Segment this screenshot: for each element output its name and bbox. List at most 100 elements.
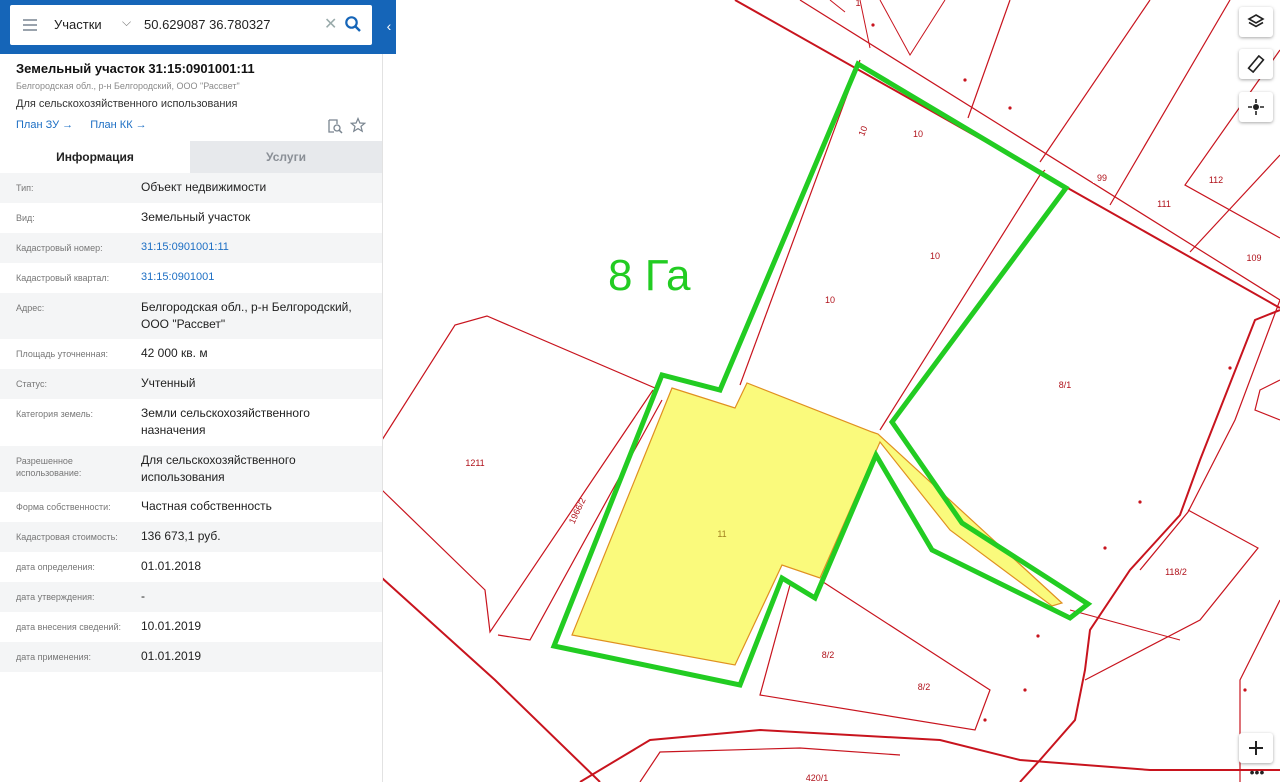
plan-zu-label: План ЗУ [16,119,60,131]
info-row-value: Объект недвижимости [141,180,267,194]
parcel-label: 11 [717,529,726,539]
locate-button[interactable] [1239,92,1273,122]
info-row-value: - [141,589,145,603]
parcel-label: 111 [1157,199,1171,209]
parcel-title: Земельный участок 31:15:0901001:11 [16,61,255,76]
info-row-label: Кадастровый квартал: [16,273,110,283]
plan-links: План ЗУ → План КК → [16,119,161,131]
info-row: Вид: Земельный участок [0,203,382,233]
locate-icon [1248,99,1264,115]
parcel-label-6: 112 [1204,174,1228,185]
area-annotation: 8 Га [608,251,691,300]
info-row: Площадь уточненная: 42 000 кв. м [0,339,382,369]
plan-kk-link[interactable]: План КК → [90,119,146,131]
info-row-label: дата применения: [16,652,92,662]
ruler-button[interactable] [1239,49,1273,79]
info-row-value: Для сельскохозяйственного использования [141,453,296,484]
menu-icon[interactable] [23,19,37,31]
info-row-label: Разрешенное использование: [16,456,82,478]
info-row-label: Категория земель: [16,409,93,419]
parcel-label: 8/2 [822,650,835,660]
info-row-value: Частная собственность [141,499,272,513]
info-row: Форма собственности: Частная собственност… [0,492,382,522]
parcel-label-2: 10 [927,250,943,261]
info-row: Разрешенное использование: Для сельскохоз… [0,446,382,492]
info-row-value: 136 673,1 руб. [141,529,221,543]
parcel-label-14: 8/2 [913,681,935,692]
parcel-label: 118/2 [1165,567,1187,577]
parcel-label: 8/2 [918,682,931,692]
parcel-label: 109 [1246,253,1261,263]
parcel-label-12: 118/2 [1160,566,1192,577]
parcel-label: 10 [913,129,923,139]
info-row: дата определения: 01.01.2018 [0,552,382,582]
info-row-value: 10.01.2019 [141,619,202,633]
zoom-in-button[interactable] [1239,733,1273,763]
parcel-label-3: 10 [822,294,838,305]
parcel-label: 1211 [465,458,484,468]
info-row-label: дата утверждения: [16,592,95,602]
ruler-icon [1247,55,1265,73]
parcel-label: 112 [1209,175,1223,185]
info-row-label: дата внесения сведений: [16,622,121,632]
parcel-label-0: 10 [856,124,870,138]
parcel-label-1: 10 [910,128,926,139]
more-icon[interactable]: ••• [1248,765,1266,782]
document-search-icon[interactable] [327,118,343,134]
parcel-label-5: 111 [1153,198,1175,209]
parcel-label: 99 [1097,173,1107,183]
info-row-label: Адрес: [16,303,45,313]
info-row-value[interactable]: 31:15:0901001 [141,269,373,286]
info-row: дата внесения сведений: 10.01.2019 [0,612,382,642]
info-row-label: Кадастровая стоимость: [16,532,118,542]
info-row: Кадастровый квартал: 31:15:0901001 [0,263,382,293]
parcel-label-13: 8/2 [817,649,839,660]
layers-icon [1247,14,1265,28]
info-row: Адрес: Белгородская обл., р-н Белгородски… [0,293,382,339]
plan-zu-link[interactable]: План ЗУ → [16,119,73,131]
info-row: Тип: Объект недвижимости [0,173,382,203]
parcel-label-8: 8/1 [1054,379,1076,390]
chevron-left-icon[interactable]: ‹ [382,12,396,40]
panel-tabs: Информация Услуги [0,141,382,173]
info-row: Кадастровый номер: 31:15:0901001:11 [0,233,382,263]
search-input[interactable]: 50.629087 36.780327 [144,17,271,32]
layers-button[interactable] [1239,7,1273,37]
top-bar: Участки ⌵ 50.629087 36.780327 ✕ ‹ [0,0,396,54]
info-table: Тип: Объект недвижимости Вид: Земельный уча… [0,173,382,672]
parcel-label: 8/1 [1059,380,1072,390]
info-row-label: Тип: [16,183,34,193]
tab-info[interactable]: Информация [0,141,190,173]
parcel-label-7: 109 [1242,252,1266,263]
star-icon[interactable] [350,117,366,133]
arrow-right-icon: → [135,119,147,131]
info-row-value: Белгородская обл., р-н Белгородский, ООО… [141,300,352,331]
parcel-label: 10 [825,295,835,305]
parcel-label: 420/1 [806,773,829,782]
parcel-label-16: 1 [855,0,860,8]
search-box: Участки ⌵ 50.629087 36.780327 ✕ [10,5,372,45]
info-row: Кадастровая стоимость: 136 673,1 руб. [0,522,382,552]
tab-services[interactable]: Услуги [190,141,382,173]
info-row: дата утверждения: - [0,582,382,612]
info-row: дата применения: 01.01.2019 [0,642,382,672]
info-row-label: Кадастровый номер: [16,243,103,253]
parcel-label-4: 99 [1093,172,1111,183]
search-icon[interactable] [344,15,362,33]
info-row: Категория земель: Земли сельскохозяйствен… [0,399,382,446]
info-row-label: Вид: [16,213,35,223]
info-row-value: 01.01.2019 [141,649,202,663]
info-row-label: Форма собственности: [16,502,111,512]
close-icon[interactable]: ✕ [324,14,337,34]
info-row-label: Площадь уточненная: [16,349,108,359]
info-row: Статус: Учтенный [0,369,382,399]
chevron-down-icon[interactable]: ⌵ [122,15,131,30]
parcel-label-15: 420/1 [801,772,833,782]
layer-select[interactable]: Участки [54,17,102,32]
info-row-value[interactable]: 31:15:0901001:11 [141,239,373,256]
info-row-value: Учтенный [141,376,196,390]
arrow-right-icon: → [62,119,74,131]
info-row-value: 42 000 кв. м [141,346,208,360]
info-row-value: 01.01.2018 [141,559,202,573]
info-row-label: Статус: [16,379,47,389]
